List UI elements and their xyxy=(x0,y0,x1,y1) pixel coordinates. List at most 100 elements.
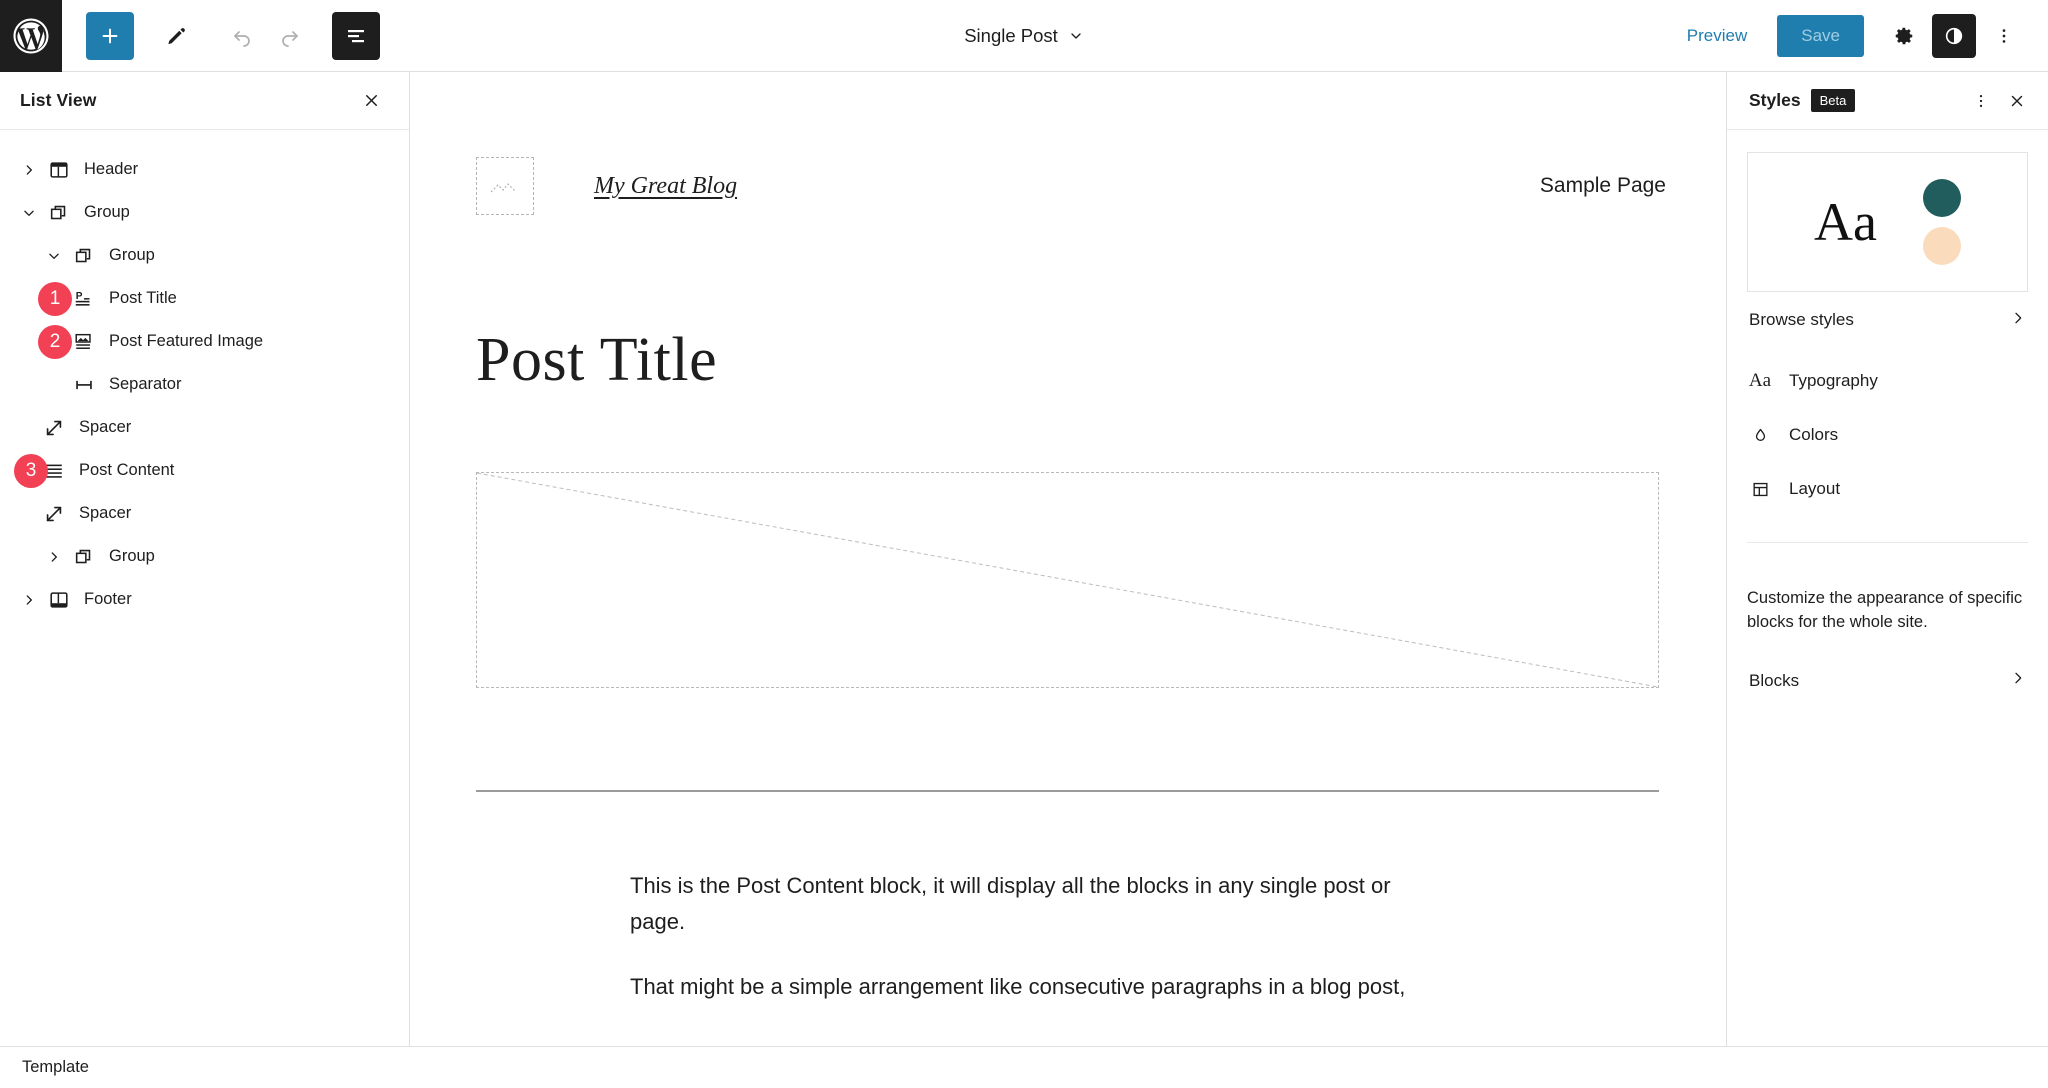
three-dots-vertical-icon xyxy=(1979,94,1983,107)
blocks-label: Blocks xyxy=(1749,670,1800,690)
styles-more-options-button[interactable] xyxy=(1964,84,1998,118)
list-item-label: Separator xyxy=(109,375,182,393)
list-item-group-footer-area[interactable]: Group xyxy=(0,535,409,578)
redo-arrow-icon xyxy=(282,30,298,47)
list-view-icon xyxy=(348,29,364,42)
list-item-label: Header xyxy=(84,160,139,178)
list-view-button[interactable] xyxy=(332,11,380,60)
chevron-right-icon[interactable] xyxy=(14,593,44,607)
style-variation-preview[interactable]: Aa xyxy=(1747,152,2028,292)
styles-menu-label: Typography xyxy=(1789,371,1878,390)
site-header-block[interactable]: My Great Blog Sample Page xyxy=(410,72,1726,215)
preview-button[interactable]: Preview xyxy=(1671,16,1763,56)
step-badge-2: 2 xyxy=(38,324,72,359)
template-preview: My Great Blog Sample Page Post Title Thi… xyxy=(410,72,1726,1005)
blocks-link[interactable]: Blocks xyxy=(1747,653,2028,709)
contrast-half-circle-icon xyxy=(1945,27,1963,44)
group-stack-icon xyxy=(69,245,99,267)
list-item-post-title[interactable]: 1 P Post Title xyxy=(0,277,409,320)
list-item-label: Group xyxy=(109,547,155,565)
header-layout-icon xyxy=(44,159,74,181)
styles-blocks-description: Customize the appearance of specific blo… xyxy=(1747,589,2023,631)
redo-button[interactable] xyxy=(266,12,314,60)
close-x-icon xyxy=(365,94,377,107)
styles-menu-label: Colors xyxy=(1789,425,1839,444)
styles-panel-close-button[interactable] xyxy=(2000,84,2034,118)
list-item-group-inner[interactable]: Group xyxy=(0,234,409,277)
swatch-primary xyxy=(1922,179,1961,217)
featured-image-icon xyxy=(69,331,99,353)
list-item-label: Group xyxy=(84,203,130,221)
post-paragraph-1[interactable]: This is the Post Content block, it will … xyxy=(630,868,1410,939)
step-badge-1: 1 xyxy=(38,281,72,316)
browse-styles-label: Browse styles xyxy=(1749,310,1854,329)
tools-edit-button[interactable] xyxy=(152,12,200,60)
chevron-right-icon[interactable] xyxy=(14,163,44,177)
styles-panel-header: Styles Beta xyxy=(1727,72,2048,130)
undo-button[interactable] xyxy=(218,12,266,60)
styles-panel-body: Aa Browse styles xyxy=(1727,130,2048,348)
styles-blocks-section: Blocks xyxy=(1727,635,2048,709)
chevron-right-icon[interactable] xyxy=(39,550,69,564)
settings-button[interactable] xyxy=(1882,14,1926,58)
save-button[interactable]: Save xyxy=(1777,14,1864,57)
status-bar-label: Template xyxy=(22,1058,89,1076)
list-view-close-button[interactable] xyxy=(353,83,389,119)
step-badge-3: 3 xyxy=(14,453,48,488)
styles-panel-actions xyxy=(1964,84,2034,118)
nav-item-sample-page[interactable]: Sample Page xyxy=(1540,174,1666,198)
list-item-header[interactable]: Header xyxy=(0,148,409,191)
add-block-button[interactable] xyxy=(86,11,134,60)
list-item-label: Spacer xyxy=(79,504,132,522)
three-dots-vertical-icon xyxy=(2002,28,2006,43)
preview-sample-text: Aa xyxy=(1814,192,1877,252)
list-item-spacer-top[interactable]: Spacer xyxy=(0,406,409,449)
list-item-spacer-bottom[interactable]: Spacer xyxy=(0,492,409,535)
chevron-right-icon xyxy=(2010,670,2026,691)
wordpress-logo-icon[interactable] xyxy=(0,0,62,72)
site-title[interactable]: My Great Blog xyxy=(594,173,737,200)
image-placeholder-icon[interactable] xyxy=(476,157,534,215)
list-item-post-content[interactable]: 3 Post Content xyxy=(0,449,409,492)
styles-menu-colors[interactable]: Colors xyxy=(1747,408,2028,462)
list-item-group-outer[interactable]: Group xyxy=(0,191,409,234)
post-title-block[interactable]: Post Title xyxy=(410,215,1726,396)
status-bar: Template xyxy=(0,1046,2048,1088)
chevron-right-icon xyxy=(2010,310,2026,331)
list-item-separator[interactable]: Separator xyxy=(0,363,409,406)
post-paragraph-2[interactable]: That might be a simple arrangement like … xyxy=(630,969,1410,1005)
list-item-footer[interactable]: Footer xyxy=(0,578,409,621)
separator-icon xyxy=(69,374,99,396)
styles-menu-layout[interactable]: Layout xyxy=(1747,462,2028,516)
list-item-label: Post Content xyxy=(79,461,175,479)
footer-layout-icon xyxy=(44,589,74,611)
document-title-label: Single Post xyxy=(964,25,1058,46)
post-title-icon: P xyxy=(69,288,99,310)
preview-color-swatches xyxy=(1922,179,1961,265)
styles-panel: Styles Beta Aa Browse styles Aa Typograp… xyxy=(1726,72,2048,1046)
post-content-block[interactable]: This is the Post Content block, it will … xyxy=(410,792,1410,1005)
browse-styles-link[interactable]: Browse styles xyxy=(1747,292,2028,348)
styles-panel-title: Styles xyxy=(1749,90,1801,110)
editor-toolbar: Single Post Preview Save xyxy=(0,0,2048,72)
styles-menu-typography[interactable]: Aa Typography xyxy=(1747,354,2028,408)
list-item-post-featured-image[interactable]: 2 Post Featured Image xyxy=(0,320,409,363)
document-title-dropdown[interactable]: Single Post xyxy=(954,19,1094,53)
styles-menu: Aa Typography Colors Layout xyxy=(1727,348,2048,543)
chevron-down-icon[interactable] xyxy=(14,206,44,220)
chevron-down-icon xyxy=(1071,33,1081,39)
chevron-down-icon[interactable] xyxy=(39,249,69,263)
site-branding: My Great Blog xyxy=(476,157,737,215)
list-item-label: Footer xyxy=(84,590,132,608)
more-options-button[interactable] xyxy=(1982,14,2026,58)
beta-badge: Beta xyxy=(1810,89,1856,112)
editor-canvas[interactable]: My Great Blog Sample Page Post Title Thi… xyxy=(410,72,1726,1046)
layout-grid-icon xyxy=(1747,480,1773,499)
post-featured-image-placeholder[interactable] xyxy=(476,472,1659,688)
list-view-header: List View xyxy=(0,72,409,130)
color-drop-icon xyxy=(1747,426,1773,445)
styles-menu-label: Layout xyxy=(1789,479,1841,498)
close-x-icon xyxy=(2011,95,2023,106)
styles-toggle-button[interactable] xyxy=(1932,13,1976,58)
toolbar-right-group: Preview Save xyxy=(1671,13,2048,58)
